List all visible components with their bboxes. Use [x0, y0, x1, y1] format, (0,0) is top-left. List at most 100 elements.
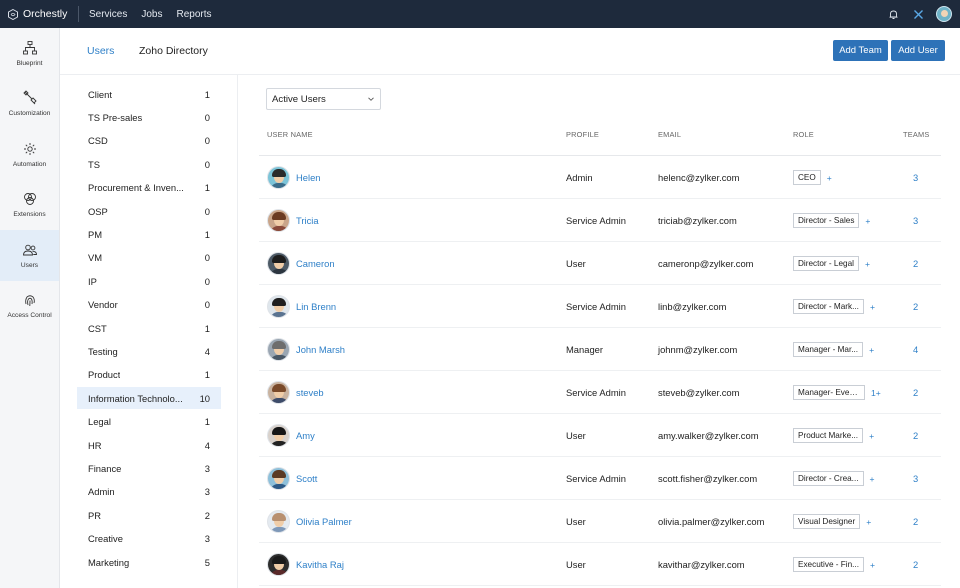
- avatar[interactable]: [267, 252, 290, 275]
- team-list-item[interactable]: IP 0: [77, 270, 221, 292]
- add-role-button[interactable]: +: [866, 517, 871, 527]
- role-badge[interactable]: Director - Mark...: [793, 299, 864, 314]
- team-list-item[interactable]: Creative 3: [77, 528, 221, 550]
- table-row[interactable]: Amy User amy.walker@zylker.com Product Mark…: [259, 414, 941, 457]
- teams-count-link[interactable]: 2: [913, 285, 918, 328]
- table-row[interactable]: Scott Service Admin scott.fisher@zylker.co…: [259, 457, 941, 500]
- team-list-item[interactable]: TS 0: [77, 153, 221, 175]
- table-row[interactable]: Cameron User cameronp@zylker.com Director -…: [259, 242, 941, 285]
- rail-item-blueprint[interactable]: Blueprint: [0, 28, 59, 79]
- teams-count-link[interactable]: 3: [913, 199, 918, 242]
- team-list-item[interactable]: VM 0: [77, 247, 221, 269]
- teams-count-link[interactable]: 2: [913, 500, 918, 543]
- column-header-email[interactable]: EMAIL: [658, 130, 681, 139]
- add-team-button[interactable]: Add Team: [833, 40, 888, 61]
- table-row[interactable]: Tricia Service Admin triciab@zylker.com Dir…: [259, 199, 941, 242]
- nav-services[interactable]: Services: [89, 9, 127, 20]
- team-list-item[interactable]: Finance 3: [77, 457, 221, 479]
- user-name-link[interactable]: Olivia Palmer: [296, 516, 352, 527]
- teams-count-link[interactable]: 4: [913, 328, 918, 371]
- teams-count-link[interactable]: 2: [913, 543, 918, 586]
- avatar[interactable]: [267, 209, 290, 232]
- add-role-button[interactable]: +: [865, 216, 870, 226]
- role-badge[interactable]: Director - Legal: [793, 256, 859, 271]
- role-badge[interactable]: Manager- Events: [793, 385, 865, 400]
- avatar[interactable]: [267, 338, 290, 361]
- table-row[interactable]: Helen Admin helenc@zylker.com CEO +3: [259, 156, 941, 199]
- table-row[interactable]: John Marsh Manager johnm@zylker.com Manager…: [259, 328, 941, 371]
- profile-avatar[interactable]: [936, 6, 952, 22]
- user-name-link[interactable]: Helen: [296, 172, 321, 183]
- user-name-link[interactable]: steveb: [296, 387, 324, 398]
- avatar[interactable]: [267, 424, 290, 447]
- user-name-link[interactable]: Cameron: [296, 258, 335, 269]
- team-list-item[interactable]: TS Pre-sales 0: [77, 106, 221, 128]
- role-badge[interactable]: CEO: [793, 170, 821, 185]
- role-badge[interactable]: Manager - Mar...: [793, 342, 864, 357]
- avatar[interactable]: [267, 166, 290, 189]
- team-list-item[interactable]: OSP 0: [77, 200, 221, 222]
- add-role-button[interactable]: +: [869, 431, 874, 441]
- user-name-link[interactable]: Lin Brenn: [296, 301, 336, 312]
- table-row[interactable]: Olivia Palmer User olivia.palmer@zylker.co…: [259, 500, 941, 543]
- role-badge[interactable]: Product Marke...: [793, 428, 864, 443]
- nav-jobs[interactable]: Jobs: [141, 9, 162, 20]
- add-role-button[interactable]: +: [869, 345, 874, 355]
- add-role-button[interactable]: +: [870, 560, 875, 570]
- rail-item-customization[interactable]: Customization: [0, 79, 59, 130]
- user-name-link[interactable]: Kavitha Raj: [296, 559, 344, 570]
- teams-count-link[interactable]: 2: [913, 242, 918, 285]
- column-header-teams[interactable]: TEAMS: [903, 130, 929, 139]
- team-list-item[interactable]: PM 1: [77, 223, 221, 245]
- rail-item-access-control[interactable]: Access Control: [0, 281, 59, 332]
- team-list-item[interactable]: Marketing 5: [77, 551, 221, 573]
- team-list-item[interactable]: Testing 4: [77, 340, 221, 362]
- avatar[interactable]: [267, 510, 290, 533]
- teams-count-link[interactable]: 2: [913, 371, 918, 414]
- team-list-item[interactable]: Product 1: [77, 364, 221, 386]
- team-list-item[interactable]: HR 4: [77, 434, 221, 456]
- column-header-profile[interactable]: PROFILE: [566, 130, 599, 139]
- add-role-button[interactable]: +: [870, 302, 875, 312]
- teams-count-link[interactable]: 2: [913, 414, 918, 457]
- team-list-item[interactable]: PR 2: [77, 504, 221, 526]
- table-row[interactable]: Lin Brenn Service Admin linb@zylker.com Dir…: [259, 285, 941, 328]
- avatar[interactable]: [267, 295, 290, 318]
- bell-icon[interactable]: [886, 7, 900, 21]
- user-name-link[interactable]: Tricia: [296, 215, 319, 226]
- teams-count-link[interactable]: 3: [913, 156, 918, 199]
- rail-item-automation[interactable]: Automation: [0, 129, 59, 180]
- app-brand[interactable]: Orchestly: [0, 8, 76, 20]
- table-row[interactable]: steveb Service Admin steveb@zylker.com Mana…: [259, 371, 941, 414]
- team-list-item[interactable]: CSD 0: [77, 130, 221, 152]
- add-role-button[interactable]: 1+: [871, 388, 881, 398]
- teams-count-link[interactable]: 3: [913, 457, 918, 500]
- column-header-role[interactable]: ROLE: [793, 130, 814, 139]
- user-name-link[interactable]: John Marsh: [296, 344, 345, 355]
- avatar[interactable]: [267, 381, 290, 404]
- column-header-user-name[interactable]: USER NAME: [267, 130, 313, 139]
- team-list-item[interactable]: Procurement & Inven... 1: [77, 177, 221, 199]
- team-list-item[interactable]: Legal 1: [77, 411, 221, 433]
- team-list-item[interactable]: Client 1: [77, 83, 221, 105]
- tab-zoho-directory[interactable]: Zoho Directory: [139, 45, 208, 57]
- nav-reports[interactable]: Reports: [176, 9, 211, 20]
- team-list-item[interactable]: CST 1: [77, 317, 221, 339]
- avatar[interactable]: [267, 553, 290, 576]
- role-badge[interactable]: Director - Sales: [793, 213, 860, 228]
- team-list-item[interactable]: Information Technolo... 10: [77, 387, 221, 410]
- add-user-button[interactable]: Add User: [891, 40, 945, 61]
- role-badge[interactable]: Director - Crea...: [793, 471, 864, 486]
- user-status-filter[interactable]: Active Users: [266, 88, 381, 110]
- rail-item-users[interactable]: Users: [0, 230, 59, 281]
- add-role-button[interactable]: +: [865, 259, 870, 269]
- add-role-button[interactable]: +: [827, 173, 832, 183]
- team-list-item[interactable]: Vendor 0: [77, 294, 221, 316]
- tools-icon[interactable]: [911, 7, 925, 21]
- user-name-link[interactable]: Amy: [296, 430, 315, 441]
- role-badge[interactable]: Executive - Fin...: [793, 557, 864, 572]
- team-list-item[interactable]: Admin 3: [77, 481, 221, 503]
- add-role-button[interactable]: +: [870, 474, 875, 484]
- rail-item-extensions[interactable]: Extensions: [0, 180, 59, 231]
- tab-users[interactable]: Users: [87, 45, 114, 57]
